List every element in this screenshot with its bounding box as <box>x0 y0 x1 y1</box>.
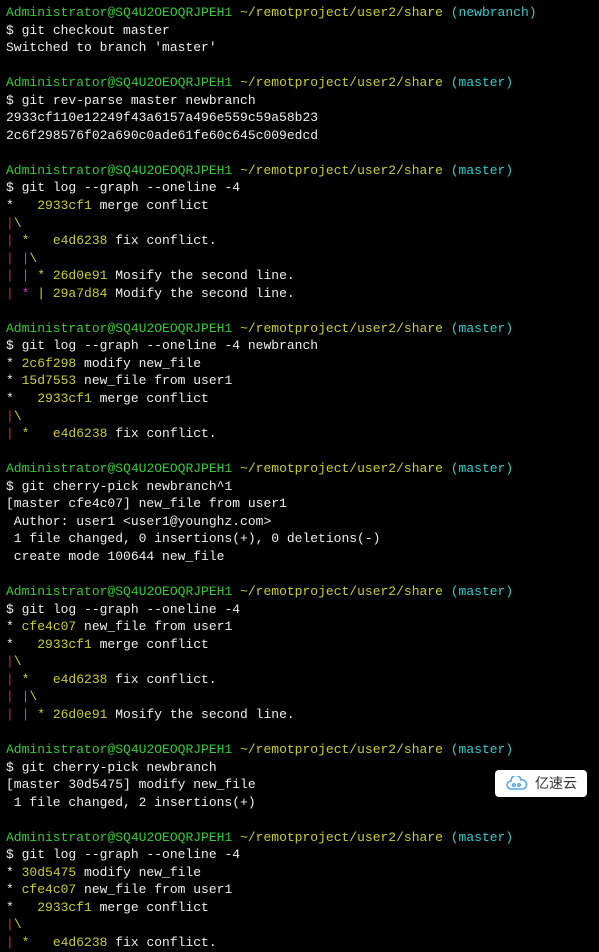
commit-hash: e4d6238 <box>53 672 108 687</box>
command-line[interactable]: $ git log --graph --oneline -4 <box>6 179 593 197</box>
output-line: 1 file changed, 0 insertions(+), 0 delet… <box>6 530 593 548</box>
graph-line: * 2c6f298 modify new_file <box>6 355 593 373</box>
graph-line: | * | 29a7d84 Modify the second line. <box>6 285 593 303</box>
prompt-line: Administrator@SQ4U2OEOQRJPEH1 ~/remotpro… <box>6 460 593 478</box>
watermark-text: 亿速云 <box>535 774 577 793</box>
output-line: Switched to branch 'master' <box>6 39 593 57</box>
prompt-path: ~/remotproject/user2/share <box>240 5 443 20</box>
commit-hash: e4d6238 <box>53 935 108 950</box>
command-text: git checkout master <box>22 23 170 38</box>
prompt-user-host: Administrator@SQ4U2OEOQRJPEH1 <box>6 5 232 20</box>
prompt-line: Administrator@SQ4U2OEOQRJPEH1 ~/remotpro… <box>6 74 593 92</box>
prompt-line: Administrator@SQ4U2OEOQRJPEH1 ~/remotpro… <box>6 4 593 22</box>
output-line: create mode 100644 new_file <box>6 548 593 566</box>
commit-hash: 30d5475 <box>22 865 77 880</box>
graph-line: * cfe4c07 new_file from user1 <box>6 881 593 899</box>
prompt-line: Administrator@SQ4U2OEOQRJPEH1 ~/remotpro… <box>6 583 593 601</box>
commit-hash: 26d0e91 <box>53 707 108 722</box>
graph-line: | | * 26d0e91 Mosify the second line. <box>6 706 593 724</box>
commit-hash: cfe4c07 <box>22 619 77 634</box>
command-line[interactable]: $ git cherry-pick newbranch^1 <box>6 478 593 496</box>
commit-hash: 2933cf1 <box>37 637 92 652</box>
graph-line: | |\ <box>6 250 593 268</box>
commit-hash: 15d7553 <box>22 373 77 388</box>
graph-line: |\ <box>6 215 593 233</box>
graph-line: | * e4d6238 fix conflict. <box>6 671 593 689</box>
graph-line: * 2933cf1 merge conflict <box>6 390 593 408</box>
graph-line: | | * 26d0e91 Mosify the second line. <box>6 267 593 285</box>
output-line: 2933cf110e12249f43a6157a496e559c59a58b23 <box>6 109 593 127</box>
prompt-line: Administrator@SQ4U2OEOQRJPEH1 ~/remotpro… <box>6 829 593 847</box>
graph-line: * 30d5475 modify new_file <box>6 864 593 882</box>
graph-line: | * e4d6238 fix conflict. <box>6 934 593 952</box>
watermark-badge: 亿速云 <box>495 770 587 797</box>
graph-line: * cfe4c07 new_file from user1 <box>6 618 593 636</box>
command-line[interactable]: $ git checkout master <box>6 22 593 40</box>
graph-line: * 2933cf1 merge conflict <box>6 636 593 654</box>
commit-hash: 2933cf1 <box>37 900 92 915</box>
commit-hash: cfe4c07 <box>22 882 77 897</box>
commit-hash: e4d6238 <box>53 426 108 441</box>
cloud-icon <box>505 776 529 792</box>
commit-hash: 2c6f298 <box>22 356 77 371</box>
graph-line: | * e4d6238 fix conflict. <box>6 425 593 443</box>
graph-line: * 2933cf1 merge conflict <box>6 197 593 215</box>
graph-line: * 15d7553 new_file from user1 <box>6 372 593 390</box>
graph-line: |\ <box>6 408 593 426</box>
command-line[interactable]: $ git rev-parse master newbranch <box>6 92 593 110</box>
graph-line: * 2933cf1 merge conflict <box>6 899 593 917</box>
command-line[interactable]: $ git log --graph --oneline -4 <box>6 846 593 864</box>
command-line[interactable]: $ git log --graph --oneline -4 <box>6 601 593 619</box>
commit-hash: 26d0e91 <box>53 268 108 283</box>
prompt-line: Administrator@SQ4U2OEOQRJPEH1 ~/remotpro… <box>6 162 593 180</box>
output-line: [master cfe4c07] new_file from user1 <box>6 495 593 513</box>
prompt-line: Administrator@SQ4U2OEOQRJPEH1 ~/remotpro… <box>6 320 593 338</box>
graph-line: |\ <box>6 916 593 934</box>
commit-hash: e4d6238 <box>53 233 108 248</box>
command-line[interactable]: $ git log --graph --oneline -4 newbranch <box>6 337 593 355</box>
graph-line: |\ <box>6 653 593 671</box>
prompt-line: Administrator@SQ4U2OEOQRJPEH1 ~/remotpro… <box>6 741 593 759</box>
commit-hash: 2933cf1 <box>37 391 92 406</box>
prompt-branch: (newbranch) <box>451 5 537 20</box>
graph-line: | |\ <box>6 688 593 706</box>
output-line: 2c6f298576f02a690c0ade61fe60c645c009edcd <box>6 127 593 145</box>
commit-hash: 2933cf1 <box>37 198 92 213</box>
graph-line: | * e4d6238 fix conflict. <box>6 232 593 250</box>
output-line: Author: user1 <user1@younghz.com> <box>6 513 593 531</box>
commit-hash: 29a7d84 <box>53 286 108 301</box>
